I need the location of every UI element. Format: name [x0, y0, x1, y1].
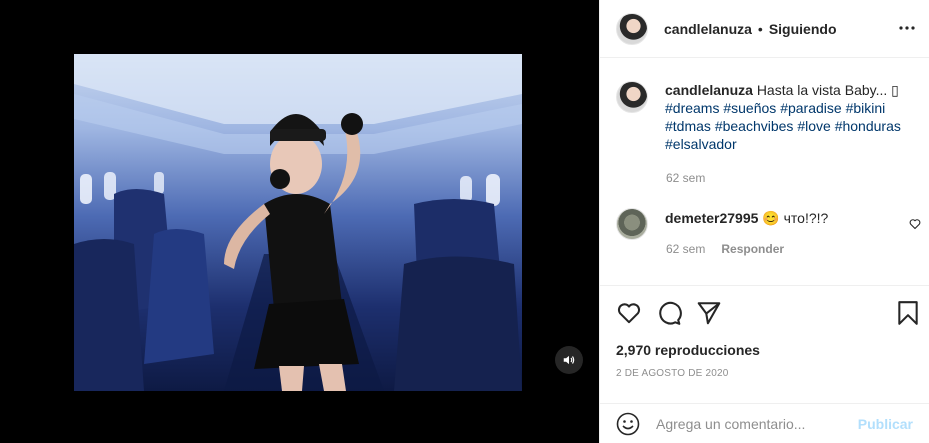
post-date[interactable]: 2 DE AGOSTO DE 2020: [616, 368, 729, 379]
caption-avatar[interactable]: [616, 81, 648, 113]
comment-bubble-icon: [659, 301, 682, 325]
post-side-pane: candlelanuza • Siguiendo candlelanuza Ha…: [599, 0, 929, 443]
save-button[interactable]: [895, 300, 921, 331]
hashtag-link[interactable]: #sueños: [723, 100, 776, 116]
caption-username[interactable]: candlelanuza: [665, 82, 753, 98]
publish-button[interactable]: Publicar: [858, 416, 913, 432]
caption-text: candlelanuza Hasta la vista Baby... ▯ #d…: [665, 81, 915, 153]
more-dots-icon: [899, 26, 915, 30]
share-button[interactable]: [696, 300, 722, 331]
hashtag-link[interactable]: #paradise: [780, 100, 842, 116]
hashtag-link[interactable]: #tdmas: [665, 118, 711, 134]
hashtag-link[interactable]: #elsalvador: [665, 136, 737, 152]
post-header: candlelanuza • Siguiendo: [600, 0, 929, 58]
hashtag-link[interactable]: #dreams: [665, 100, 719, 116]
commenter-avatar[interactable]: [616, 208, 648, 240]
comments-list[interactable]: candlelanuza Hasta la vista Baby... ▯ #d…: [600, 59, 929, 285]
hashtag-link[interactable]: #love: [797, 118, 830, 134]
heart-icon: [617, 303, 641, 324]
author-username[interactable]: candlelanuza: [664, 21, 752, 37]
media-pane: [0, 0, 599, 443]
hashtag-link[interactable]: #honduras: [835, 118, 901, 134]
speaker-icon: [563, 355, 575, 365]
more-options-button[interactable]: [899, 20, 915, 41]
comment-like-button[interactable]: [909, 217, 921, 235]
post-actions: 2,970 reproducciones 2 DE AGOSTO DE 2020: [600, 285, 929, 403]
caption-body: Hasta la vista Baby...: [756, 82, 892, 98]
smiley-icon[interactable]: [616, 412, 640, 436]
caption: candlelanuza Hasta la vista Baby... ▯ #d…: [616, 81, 915, 153]
comment-input[interactable]: [656, 415, 850, 432]
heart-icon: [909, 219, 921, 230]
video-player[interactable]: [74, 54, 522, 391]
following-button[interactable]: Siguiendo: [769, 21, 837, 37]
comment-meta: 62 sem Responder: [666, 242, 784, 256]
caption-emoji: ▯: [891, 82, 899, 98]
comment-body: 😊 что!?!?: [762, 210, 829, 226]
comment-item: demeter27995 😊 что!?!?: [616, 208, 916, 240]
hashtag-link[interactable]: #beachvibes: [715, 118, 794, 134]
reply-button[interactable]: Responder: [721, 242, 784, 256]
comment-text: demeter27995 😊 что!?!?: [665, 209, 828, 240]
bookmark-icon: [898, 301, 918, 325]
caption-timestamp[interactable]: 62 sem: [666, 171, 705, 185]
separator-dot: •: [757, 20, 763, 37]
video-frame-image: [74, 54, 522, 391]
add-comment-bar: Publicar: [600, 403, 929, 443]
like-button[interactable]: [616, 300, 642, 331]
avatar[interactable]: [616, 12, 648, 45]
commenter-username[interactable]: demeter27995: [665, 210, 758, 226]
mute-toggle-button[interactable]: [555, 346, 583, 374]
hashtag-link[interactable]: #bikini: [846, 100, 886, 116]
comment-timestamp[interactable]: 62 sem: [666, 242, 705, 256]
comment-button[interactable]: [656, 300, 682, 331]
view-count[interactable]: 2,970 reproducciones: [616, 342, 760, 358]
paper-plane-icon: [697, 302, 721, 325]
